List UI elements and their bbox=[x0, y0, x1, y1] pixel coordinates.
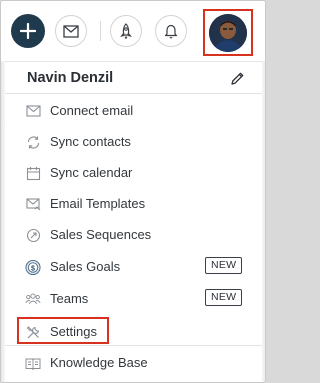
create-button[interactable] bbox=[11, 14, 45, 48]
edit-profile-button[interactable] bbox=[227, 68, 247, 88]
profile-header: Navin Denzil bbox=[5, 62, 262, 94]
menu-item-label: Sync calendar bbox=[50, 165, 133, 180]
menu-item-sync-contacts[interactable]: Sync contacts bbox=[5, 128, 262, 156]
top-navigation-bar bbox=[1, 1, 265, 61]
menu-divider bbox=[5, 93, 262, 94]
teams-icon bbox=[25, 291, 41, 307]
settings-icon bbox=[25, 324, 41, 340]
menu-item-label: Email Templates bbox=[50, 196, 146, 211]
menu-item-label: Settings bbox=[50, 324, 97, 339]
menu-item-sync-calendar[interactable]: Sync calendar bbox=[5, 159, 262, 187]
menu-item-label: Sales Goals bbox=[50, 259, 121, 274]
email-template-icon bbox=[25, 196, 41, 212]
sync-icon bbox=[25, 134, 41, 150]
menu-item-label: Sales Sequences bbox=[50, 227, 152, 242]
profile-avatar-button[interactable] bbox=[203, 9, 253, 56]
sequence-icon bbox=[25, 227, 41, 243]
bell-icon bbox=[164, 24, 178, 39]
goals-icon: $ bbox=[25, 259, 41, 275]
panel-right-edge bbox=[262, 61, 265, 382]
rocket-button[interactable] bbox=[110, 15, 142, 47]
book-icon bbox=[25, 355, 41, 371]
menu-divider bbox=[5, 345, 262, 346]
menu-item-sales-sequences[interactable]: Sales Sequences bbox=[5, 221, 262, 249]
new-badge: NEW bbox=[205, 289, 243, 306]
toolbar-divider bbox=[100, 21, 101, 41]
menu-item-label: Knowledge Base bbox=[50, 355, 148, 370]
pencil-icon bbox=[230, 72, 243, 85]
avatar bbox=[209, 13, 247, 52]
envelope-icon bbox=[63, 24, 79, 38]
menu-item-teams[interactable]: Teams NEW bbox=[5, 285, 262, 313]
menu-item-label: Sync contacts bbox=[50, 134, 131, 149]
menu-item-label: Connect email bbox=[50, 103, 134, 118]
rocket-icon bbox=[120, 23, 132, 39]
user-name: Navin Denzil bbox=[27, 70, 114, 86]
menu-item-email-templates[interactable]: Email Templates bbox=[5, 190, 262, 218]
menu-item-settings[interactable]: Settings bbox=[5, 318, 262, 346]
menu-item-label: Teams bbox=[50, 291, 89, 306]
menu-item-sales-goals[interactable]: $ Sales Goals NEW bbox=[5, 253, 262, 281]
mail-button[interactable] bbox=[55, 15, 87, 47]
new-badge: NEW bbox=[205, 257, 243, 274]
svg-text:$: $ bbox=[31, 265, 35, 272]
notifications-button[interactable] bbox=[155, 15, 187, 47]
plus-icon bbox=[20, 23, 36, 39]
menu-item-knowledge-base[interactable]: Knowledge Base bbox=[5, 349, 262, 377]
envelope-icon bbox=[25, 103, 41, 119]
menu-item-connect-email[interactable]: Connect email bbox=[5, 97, 262, 125]
calendar-icon bbox=[25, 165, 41, 181]
app-window: Navin Denzil Connect email Sync contacts bbox=[0, 0, 266, 383]
profile-dropdown-menu: Navin Denzil Connect email Sync contacts bbox=[5, 61, 262, 381]
